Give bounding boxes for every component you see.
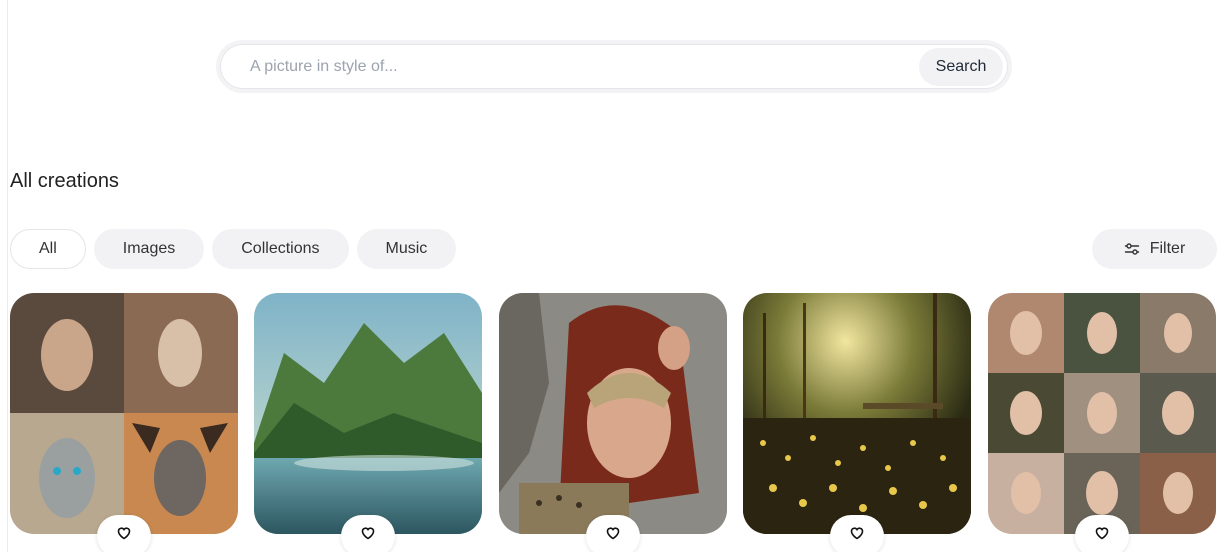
tab-all[interactable]: All bbox=[10, 229, 86, 269]
creation-card[interactable] bbox=[988, 293, 1216, 534]
filter-label: Filter bbox=[1149, 240, 1186, 257]
search-button[interactable]: Search bbox=[919, 47, 1003, 86]
like-button[interactable] bbox=[830, 515, 884, 552]
sliders-icon bbox=[1124, 243, 1139, 255]
like-button[interactable] bbox=[1075, 515, 1129, 552]
heart-icon bbox=[850, 527, 864, 540]
tab-images[interactable]: Images bbox=[93, 229, 205, 269]
heart-icon bbox=[1095, 527, 1109, 540]
heart-icon bbox=[606, 527, 620, 540]
creation-image bbox=[254, 293, 482, 534]
creation-card[interactable] bbox=[743, 293, 971, 534]
creation-image bbox=[499, 293, 727, 534]
filter-button[interactable]: Filter bbox=[1092, 229, 1217, 269]
like-button[interactable] bbox=[341, 515, 395, 552]
tab-music[interactable]: Music bbox=[356, 229, 457, 269]
creation-card[interactable] bbox=[10, 293, 238, 534]
search-input[interactable] bbox=[221, 45, 919, 88]
like-button[interactable] bbox=[586, 515, 640, 552]
like-button[interactable] bbox=[97, 515, 151, 552]
category-tabs: All Images Collections Music bbox=[10, 229, 457, 269]
creation-card[interactable] bbox=[499, 293, 727, 534]
tab-collections[interactable]: Collections bbox=[212, 229, 349, 269]
heart-icon bbox=[361, 527, 375, 540]
creation-image bbox=[743, 293, 971, 534]
page-left-border bbox=[7, 0, 8, 552]
creation-image bbox=[988, 293, 1216, 534]
heart-icon bbox=[117, 527, 131, 540]
creation-image bbox=[10, 293, 238, 534]
search-bar: Search bbox=[216, 40, 1012, 93]
search-bar-inner: Search bbox=[220, 44, 1008, 89]
section-title: All creations bbox=[10, 170, 119, 192]
creation-card[interactable] bbox=[254, 293, 482, 534]
